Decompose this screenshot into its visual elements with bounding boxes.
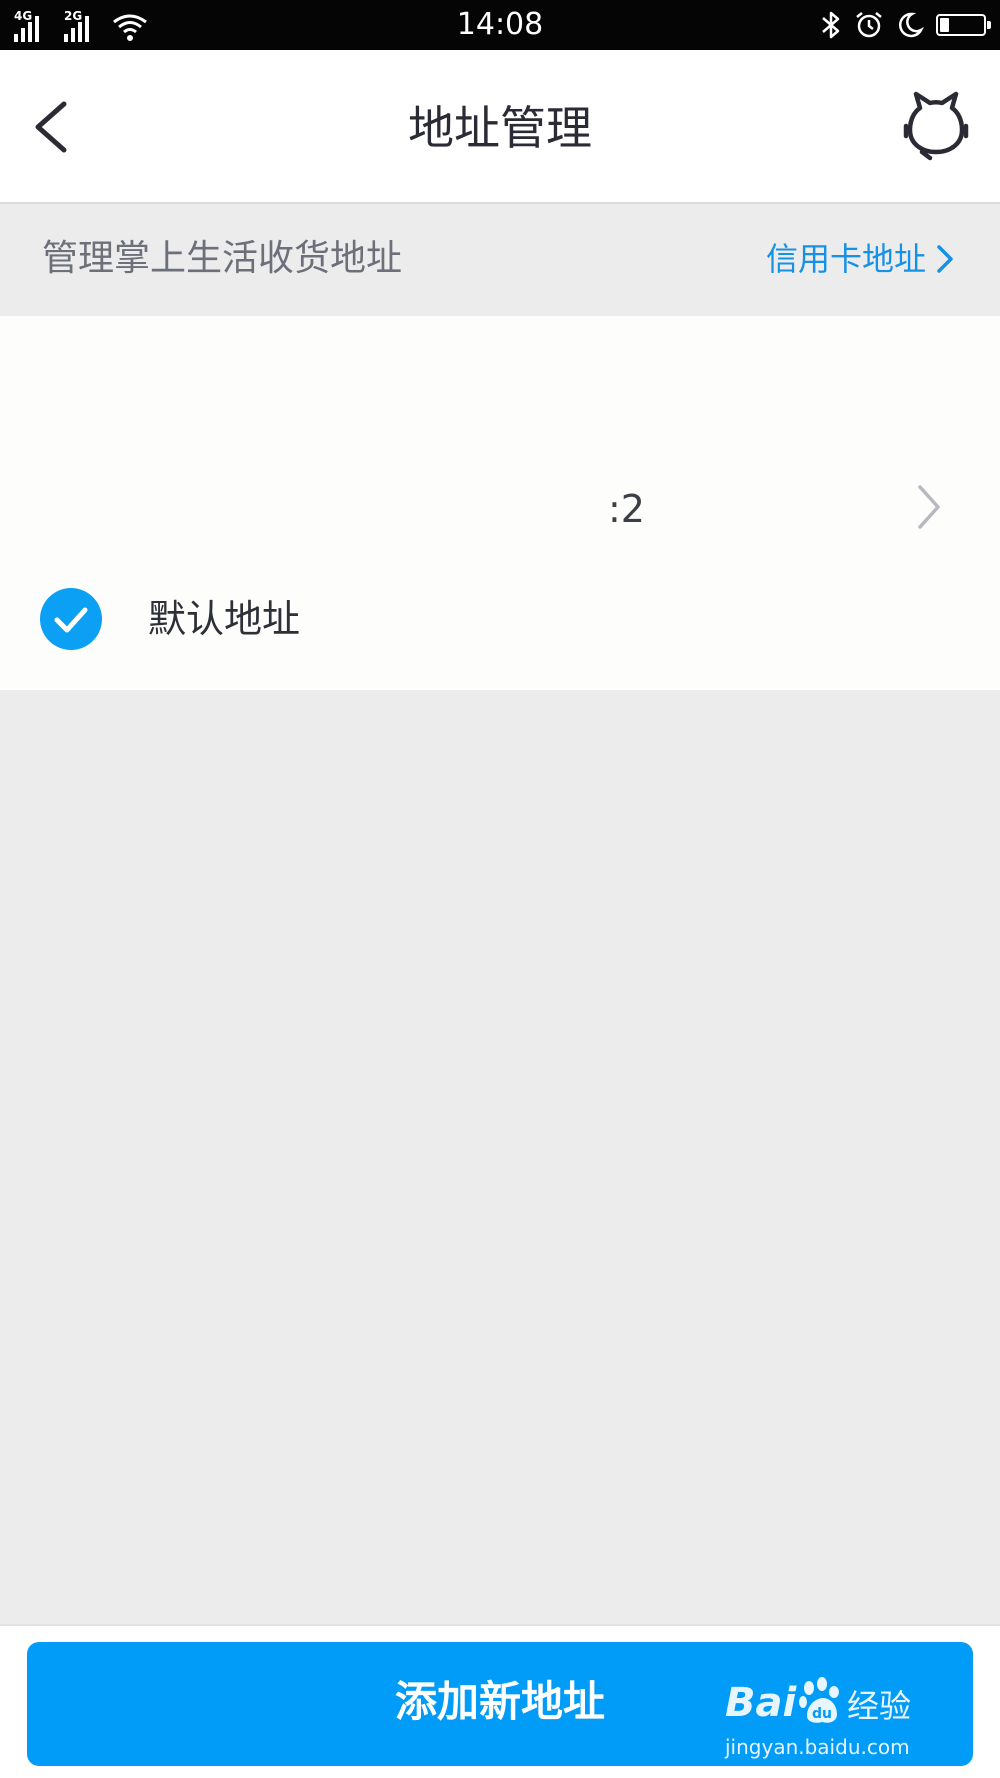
- address-text-fragment: :2: [608, 487, 645, 531]
- cat-head-icon: [903, 91, 969, 161]
- nav-bar: 地址管理: [0, 50, 1000, 204]
- default-address-checkbox[interactable]: [40, 588, 102, 650]
- watermark-brand: Bai: [725, 1680, 797, 1726]
- address-card[interactable]: :2 默认地址: [0, 316, 1000, 690]
- battery-icon: [936, 14, 991, 36]
- baidu-jingyan-watermark: Bai du 经验 jingyan.baidu.com: [725, 1677, 925, 1778]
- default-address-label: 默认地址: [148, 597, 301, 641]
- chevron-right-icon[interactable]: [914, 482, 944, 532]
- battery-level: [940, 18, 949, 32]
- alarm-icon: [856, 12, 882, 38]
- status-right-icons: [820, 8, 991, 42]
- checkmark-icon: [54, 607, 88, 633]
- credit-card-address-link[interactable]: 信用卡地址: [766, 234, 954, 284]
- bluetooth-icon: [822, 11, 840, 39]
- page-title: 地址管理: [408, 101, 592, 155]
- bottom-bar: 添加新地址 Bai du 经验 jingyan.baidu.com: [0, 1624, 1000, 1778]
- svg-text:du: du: [812, 1706, 832, 1722]
- paw-icon: du: [799, 1677, 839, 1723]
- chevron-right-icon: [937, 245, 953, 273]
- watermark-suffix: 经验: [847, 1687, 912, 1725]
- add-new-address-button[interactable]: 添加新地址 Bai du 经验 jingyan.baidu.com: [27, 1642, 973, 1766]
- credit-card-address-label: 信用卡地址: [765, 240, 926, 278]
- status-bar: 4G 2G 14:08: [0, 0, 1000, 50]
- address-subheader: 管理掌上生活收货地址 信用卡地址: [0, 204, 1000, 316]
- moon-icon: [898, 12, 924, 38]
- subheader-description: 管理掌上生活收货地址: [42, 238, 403, 279]
- watermark-site: jingyan.baidu.com: [725, 1735, 910, 1759]
- customer-service-button[interactable]: [900, 90, 972, 162]
